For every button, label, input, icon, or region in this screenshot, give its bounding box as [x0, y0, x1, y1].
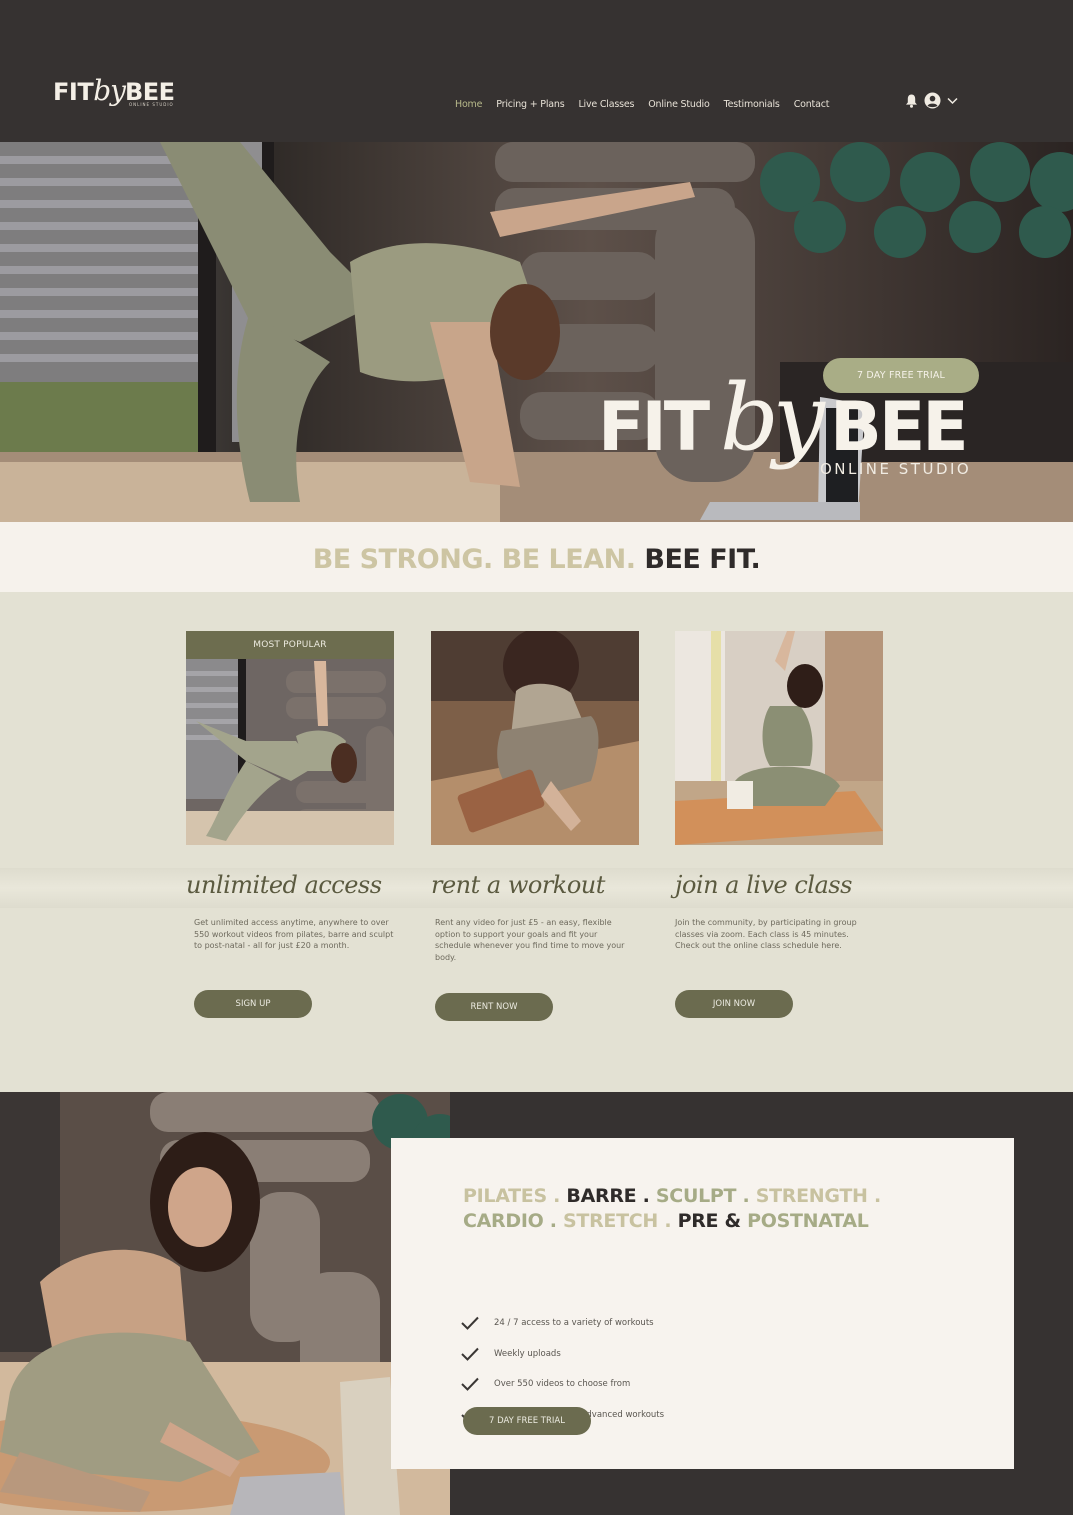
features-card: PILATES . BARRE . SCULPT . STRENGTH . CA… — [391, 1138, 1014, 1469]
class-separator: . — [658, 1210, 678, 1232]
bottom-free-trial-button[interactable]: 7 DAY FREE TRIAL — [463, 1407, 591, 1435]
offer-title: unlimited access — [186, 871, 382, 899]
class-type: PRE & — [677, 1210, 748, 1232]
user-menu — [905, 92, 958, 109]
class-separator: . — [636, 1185, 656, 1207]
logo-by: by — [93, 74, 126, 107]
tagline-part-1: BE STRONG. BE LEAN. — [312, 544, 636, 575]
offer-description: Get unlimited access anytime, anywhere t… — [194, 918, 394, 951]
offer-image-live — [675, 631, 883, 845]
hero-brand-fit: FIT — [598, 388, 710, 467]
feature-text: Weekly uploads — [494, 1348, 561, 1359]
offers-section: MOST POPULAR unlimited access Get unlimi… — [0, 592, 1073, 1092]
class-types: PILATES . BARRE . SCULPT . STRENGTH . CA… — [463, 1184, 983, 1234]
class-types-line-1: PILATES . BARRE . SCULPT . STRENGTH . — [463, 1184, 983, 1209]
offer-image-rent — [431, 631, 639, 845]
features-photo — [0, 1092, 450, 1515]
class-type: POSTNATAL — [747, 1210, 869, 1232]
site-logo[interactable]: FITbyBEE ONLINE STUDIO — [53, 74, 175, 107]
feature-item: 24 / 7 access to a variety of workouts — [461, 1308, 664, 1339]
hero-banner: FIT by BEE ONLINE STUDIO — [0, 142, 1073, 522]
offer-title: join a live class — [675, 871, 852, 899]
most-popular-badge: MOST POPULAR — [186, 631, 394, 659]
features-section: PILATES . BARRE . SCULPT . STRENGTH . CA… — [0, 1092, 1073, 1515]
class-type: STRETCH — [563, 1210, 659, 1232]
nav-pricing-plans[interactable]: Pricing + Plans — [496, 99, 564, 110]
feature-item: Weekly uploads — [461, 1339, 664, 1370]
join-now-button[interactable]: JOIN NOW — [675, 990, 793, 1018]
hero-brand-by: by — [720, 364, 825, 471]
class-types-line-2: CARDIO . STRETCH . PRE & POSTNATAL — [463, 1209, 983, 1234]
nav-online-studio[interactable]: Online Studio — [648, 99, 710, 110]
check-icon — [461, 1378, 479, 1392]
main-nav: Home Pricing + Plans Live Classes Online… — [455, 99, 829, 110]
feature-item: Over 550 videos to choose from — [461, 1369, 664, 1400]
check-icon — [461, 1347, 479, 1361]
logo-fit: FIT — [53, 78, 94, 106]
chevron-down-icon[interactable] — [947, 97, 958, 105]
site-header: FITbyBEE ONLINE STUDIO Home Pricing + Pl… — [0, 0, 1073, 142]
nav-contact[interactable]: Contact — [794, 99, 830, 110]
user-icon[interactable] — [924, 92, 941, 109]
class-type: BARRE — [566, 1185, 637, 1207]
class-separator: . — [546, 1185, 567, 1207]
nav-home[interactable]: Home — [455, 99, 482, 110]
class-type: PILATES — [463, 1185, 547, 1207]
class-separator: . — [867, 1185, 881, 1207]
hero-brand-bee: BEE — [830, 388, 969, 467]
check-icon — [461, 1317, 479, 1331]
offer-title: rent a workout — [431, 871, 605, 899]
hero-brand-studio: ONLINE STUDIO — [820, 460, 972, 478]
tagline-band: BE STRONG. BE LEAN. BEE FIT. — [0, 522, 1073, 592]
class-type: SCULPT — [655, 1185, 737, 1207]
logo-subtitle: ONLINE STUDIO — [129, 102, 174, 107]
bell-icon[interactable] — [905, 93, 918, 109]
feature-text: 24 / 7 access to a variety of workouts — [494, 1318, 654, 1329]
rent-now-button[interactable]: RENT NOW — [435, 993, 553, 1021]
nav-live-classes[interactable]: Live Classes — [578, 99, 634, 110]
offer-description: Rent any video for just £5 - an easy, fl… — [435, 918, 625, 962]
tagline: BE STRONG. BE LEAN. BEE FIT. — [0, 544, 1073, 575]
tagline-part-2: BEE FIT. — [644, 544, 761, 575]
class-separator: . — [543, 1210, 564, 1232]
feature-text: Over 550 videos to choose from — [494, 1379, 631, 1390]
nav-testimonials[interactable]: Testimonials — [724, 99, 780, 110]
free-trial-button[interactable]: 7 DAY FREE TRIAL — [823, 358, 979, 393]
class-type: STRENGTH — [755, 1185, 868, 1207]
sign-up-button[interactable]: SIGN UP — [194, 990, 312, 1018]
class-type: CARDIO — [463, 1210, 544, 1232]
offer-description: Join the community, by participating in … — [675, 918, 857, 951]
class-separator: . — [736, 1185, 756, 1207]
offer-image-unlimited — [186, 631, 394, 845]
